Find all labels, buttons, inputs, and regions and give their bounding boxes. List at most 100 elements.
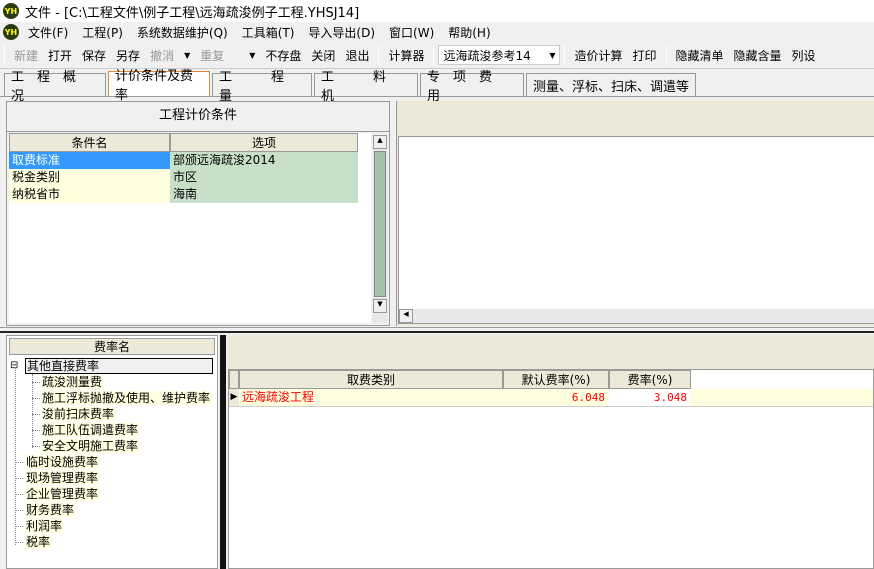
tab-quantities[interactable]: 工 程 量 <box>212 70 323 104</box>
tree-connector <box>15 494 23 495</box>
fee-panel: 取费类别 默认费率(%) 费率(%) ▶ 远海疏浚工程 6.048 3.048 <box>228 335 874 569</box>
save-as-button[interactable]: 另存 <box>111 47 145 64</box>
menu-import-export[interactable]: 导入导出(D) <box>301 24 382 41</box>
rates-tree-header: 费率名 <box>9 338 215 355</box>
tree-item-label: 临时设施费率 <box>25 455 100 469</box>
tab-special-fees[interactable]: 专 项 费 用 <box>420 70 524 104</box>
menu-window[interactable]: 窗口(W) <box>382 24 441 41</box>
condition-row[interactable]: 取费标准 部颁远海疏浚2014 <box>9 152 371 169</box>
rates-tree-panel: 费率名 ⊟ 其他直接费率 疏浚测量费 施工浮标抛撤及使用、维护费率 浚前扫床费率施工队伍… <box>6 335 218 569</box>
menu-data-maintenance[interactable]: 系统数据维护(Q) <box>130 24 235 41</box>
tree-connector <box>32 446 40 447</box>
close-button[interactable]: 关闭 <box>306 47 340 64</box>
scroll-down-icon[interactable]: ▼ <box>373 299 387 313</box>
tree-item[interactable]: 疏浚测量费 <box>7 374 217 390</box>
tree-item[interactable]: 税率 <box>7 534 217 550</box>
redo-dropdown-icon[interactable]: ▼ <box>229 51 260 60</box>
tab-pricing-conditions[interactable]: 计价条件及费率 <box>108 69 210 103</box>
title-bar: YH 文件 - [C:\工程文件\例子工程\远海疏浚例子工程.YHSJ14] <box>0 0 874 22</box>
tree-item[interactable]: 安全文明施工费率 <box>7 438 217 454</box>
col-header-rate[interactable]: 费率(%) <box>609 370 691 389</box>
tree-item[interactable]: 现场管理费率 <box>7 470 217 486</box>
tree-item[interactable]: 施工浮标抛撤及使用、维护费率 <box>7 390 217 406</box>
col-header-condition[interactable]: 条件名 <box>9 133 170 152</box>
condition-value[interactable]: 部颁远海疏浚2014 <box>170 152 358 169</box>
tree-item[interactable]: 利润率 <box>7 518 217 534</box>
column-settings-button[interactable]: 列设 <box>787 47 821 64</box>
chevron-down-icon[interactable]: ▼ <box>549 51 555 60</box>
condition-row[interactable]: 纳税省市 海南 <box>9 186 371 203</box>
hide-list-button[interactable]: 隐藏清单 <box>671 47 729 64</box>
tree-item-label: 税率 <box>25 535 52 549</box>
tree-item[interactable]: 临时设施费率 <box>7 454 217 470</box>
condition-value[interactable]: 市区 <box>170 169 358 186</box>
conditions-title: 工程计价条件 <box>7 102 389 132</box>
row-pointer-icon: ▶ <box>229 389 239 406</box>
menu-help[interactable]: 帮助(H) <box>441 24 497 41</box>
conditions-panel: 工程计价条件 条件名 选项 取费标准 部颁远海疏浚2014 税金类别 市区 纳税… <box>6 101 390 326</box>
tab-bar: 工 程 概 况 计价条件及费率 工 程 量 工 料 机 专 项 费 用 测量、浮… <box>0 69 874 104</box>
tree-connector <box>15 510 23 511</box>
tree-connector <box>32 398 40 399</box>
fee-row[interactable]: ▶ 远海疏浚工程 6.048 3.048 <box>229 389 873 407</box>
tree-item-label: 利润率 <box>25 519 64 533</box>
detail-area <box>398 136 874 324</box>
tree-item-label: 浚前扫床费率 <box>41 407 116 421</box>
vertical-scrollbar[interactable]: ▲ ▼ <box>373 135 387 323</box>
new-button[interactable]: 新建 <box>9 47 43 64</box>
open-button[interactable]: 打开 <box>43 47 77 64</box>
tree-item-label: 企业管理费率 <box>25 487 100 501</box>
col-header-fee-category[interactable]: 取费类别 <box>239 370 503 389</box>
condition-name[interactable]: 纳税省市 <box>9 186 170 203</box>
exit-button[interactable]: 退出 <box>340 47 374 64</box>
tree-item-label: 安全文明施工费率 <box>41 439 140 453</box>
redo-button[interactable]: 重复 <box>195 47 229 64</box>
scroll-left-icon[interactable]: ◀ <box>399 309 413 323</box>
condition-name[interactable]: 取费标准 <box>9 152 170 169</box>
tab-survey-etc[interactable]: 测量、浮标、扫床、调遣等 <box>526 73 697 96</box>
undo-dropdown-icon[interactable]: ▼ <box>179 51 195 60</box>
tab-materials[interactable]: 工 料 机 <box>314 70 425 104</box>
conditions-grid: 条件名 选项 取费标准 部颁远海疏浚2014 税金类别 市区 纳税省市 海南 <box>9 133 371 323</box>
reference-combo[interactable]: 远海疏浚参考14 ▼ <box>438 45 561 65</box>
scroll-up-icon[interactable]: ▲ <box>373 135 387 149</box>
tree-connector <box>15 478 23 479</box>
calc-cost-button[interactable]: 造价计算 <box>569 47 627 64</box>
tree-connector <box>15 462 23 463</box>
menu-project[interactable]: 工程(P) <box>75 24 130 41</box>
menu-bar: YH 文件(F) 工程(P) 系统数据维护(Q) 工具箱(T) 导入导出(D) … <box>0 22 874 42</box>
condition-row[interactable]: 税金类别 市区 <box>9 169 371 186</box>
menu-file[interactable]: 文件(F) <box>21 24 75 41</box>
app-logo-icon: YH <box>3 3 19 19</box>
fee-category[interactable]: 远海疏浚工程 <box>239 389 503 406</box>
tree-item[interactable]: 浚前扫床费率 <box>7 406 217 422</box>
no-save-button[interactable]: 不存盘 <box>260 47 306 64</box>
tree-item[interactable]: 财务费率 <box>7 502 217 518</box>
undo-button[interactable]: 撤消 <box>145 47 179 64</box>
condition-value[interactable]: 海南 <box>170 186 358 203</box>
tree-item[interactable]: 企业管理费率 <box>7 486 217 502</box>
horizontal-scrollbar[interactable]: ◀ <box>399 309 874 323</box>
tree-item[interactable]: ⊟ 其他直接费率 <box>7 358 217 374</box>
col-header-option[interactable]: 选项 <box>170 133 358 152</box>
tree-item-label: 其他直接费率 <box>25 358 213 374</box>
tree-item[interactable]: 施工队伍调遣费率 <box>7 422 217 438</box>
print-button[interactable]: 打印 <box>627 47 661 64</box>
save-button[interactable]: 保存 <box>77 47 111 64</box>
splitter[interactable] <box>0 327 874 333</box>
menu-toolbox[interactable]: 工具箱(T) <box>235 24 302 41</box>
condition-name[interactable]: 税金类别 <box>9 169 170 186</box>
tree-item-label: 施工浮标抛撤及使用、维护费率 <box>41 391 212 405</box>
tree-connector <box>15 526 23 527</box>
rate[interactable]: 3.048 <box>609 389 691 406</box>
col-header-default-rate[interactable]: 默认费率(%) <box>503 370 609 389</box>
vertical-splitter[interactable] <box>220 335 226 569</box>
calculator-button[interactable]: 计算器 <box>383 47 429 64</box>
scroll-thumb[interactable] <box>374 151 386 297</box>
default-rate[interactable]: 6.048 <box>503 389 609 406</box>
tree-connector <box>32 382 40 383</box>
tree-item-label: 施工队伍调遣费率 <box>41 423 140 437</box>
tab-overview[interactable]: 工 程 概 况 <box>4 70 106 104</box>
hide-content-button[interactable]: 隐藏含量 <box>729 47 787 64</box>
mdi-logo-icon[interactable]: YH <box>3 24 19 40</box>
